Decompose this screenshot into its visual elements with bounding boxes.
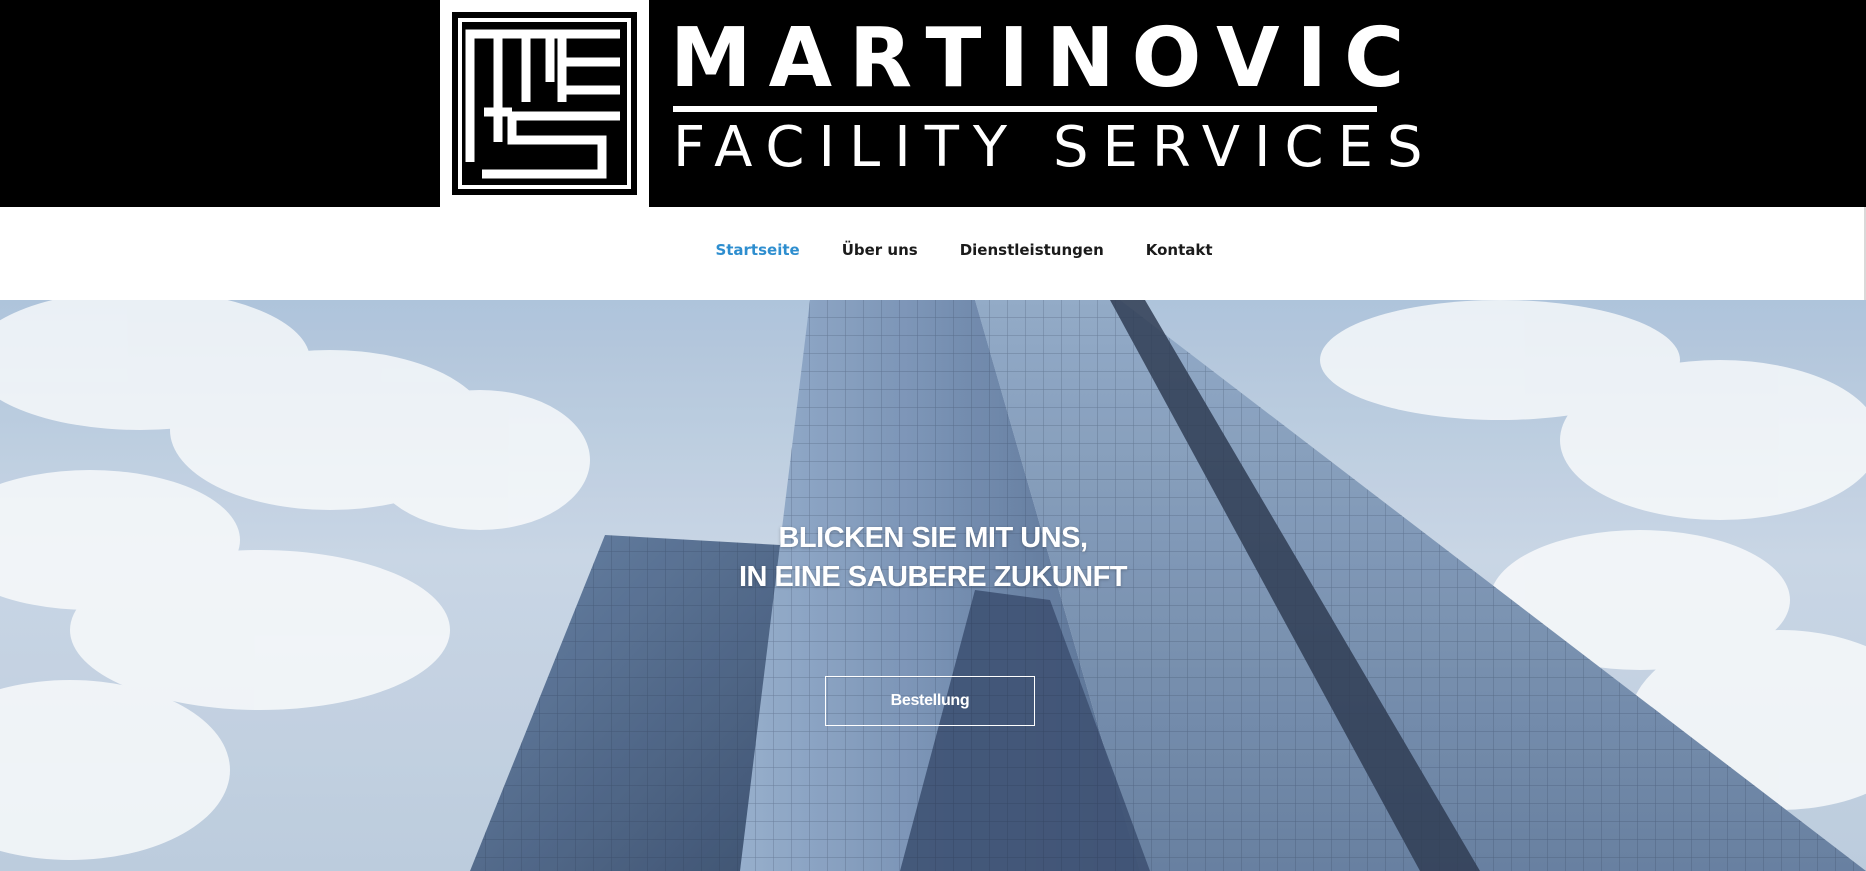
hero-heading: BLICKEN SIE MIT UNS, IN EINE SAUBERE ZUK… <box>0 519 1866 597</box>
mfs-monogram-logo <box>440 0 649 207</box>
brand-divider <box>673 106 1377 112</box>
site-header: MARTINOVIC FACILITY SERVICES <box>0 0 1866 207</box>
brand-name: MARTINOVIC <box>670 11 1422 106</box>
site-logo[interactable]: MARTINOVIC FACILITY SERVICES <box>440 0 1423 207</box>
nav-list: Startseite Über uns Dienstleistungen Kon… <box>0 241 1864 259</box>
brand-tagline: FACILITY SERVICES <box>673 115 1437 180</box>
nav-item-dienstleistungen[interactable]: Dienstleistungen <box>960 241 1104 259</box>
main-navigation: Startseite Über uns Dienstleistungen Kon… <box>0 207 1866 300</box>
hero-section: BLICKEN SIE MIT UNS, IN EINE SAUBERE ZUK… <box>0 300 1866 871</box>
hero-heading-line2: IN EINE SAUBERE ZUKUNFT <box>738 561 1128 594</box>
nav-item-startseite[interactable]: Startseite <box>715 241 799 259</box>
nav-item-ueber-uns[interactable]: Über uns <box>842 241 918 259</box>
nav-item-kontakt[interactable]: Kontakt <box>1146 241 1213 259</box>
hero-heading-line1: BLICKEN SIE MIT UNS, <box>778 522 1088 555</box>
order-button[interactable]: Bestellung <box>825 676 1035 726</box>
